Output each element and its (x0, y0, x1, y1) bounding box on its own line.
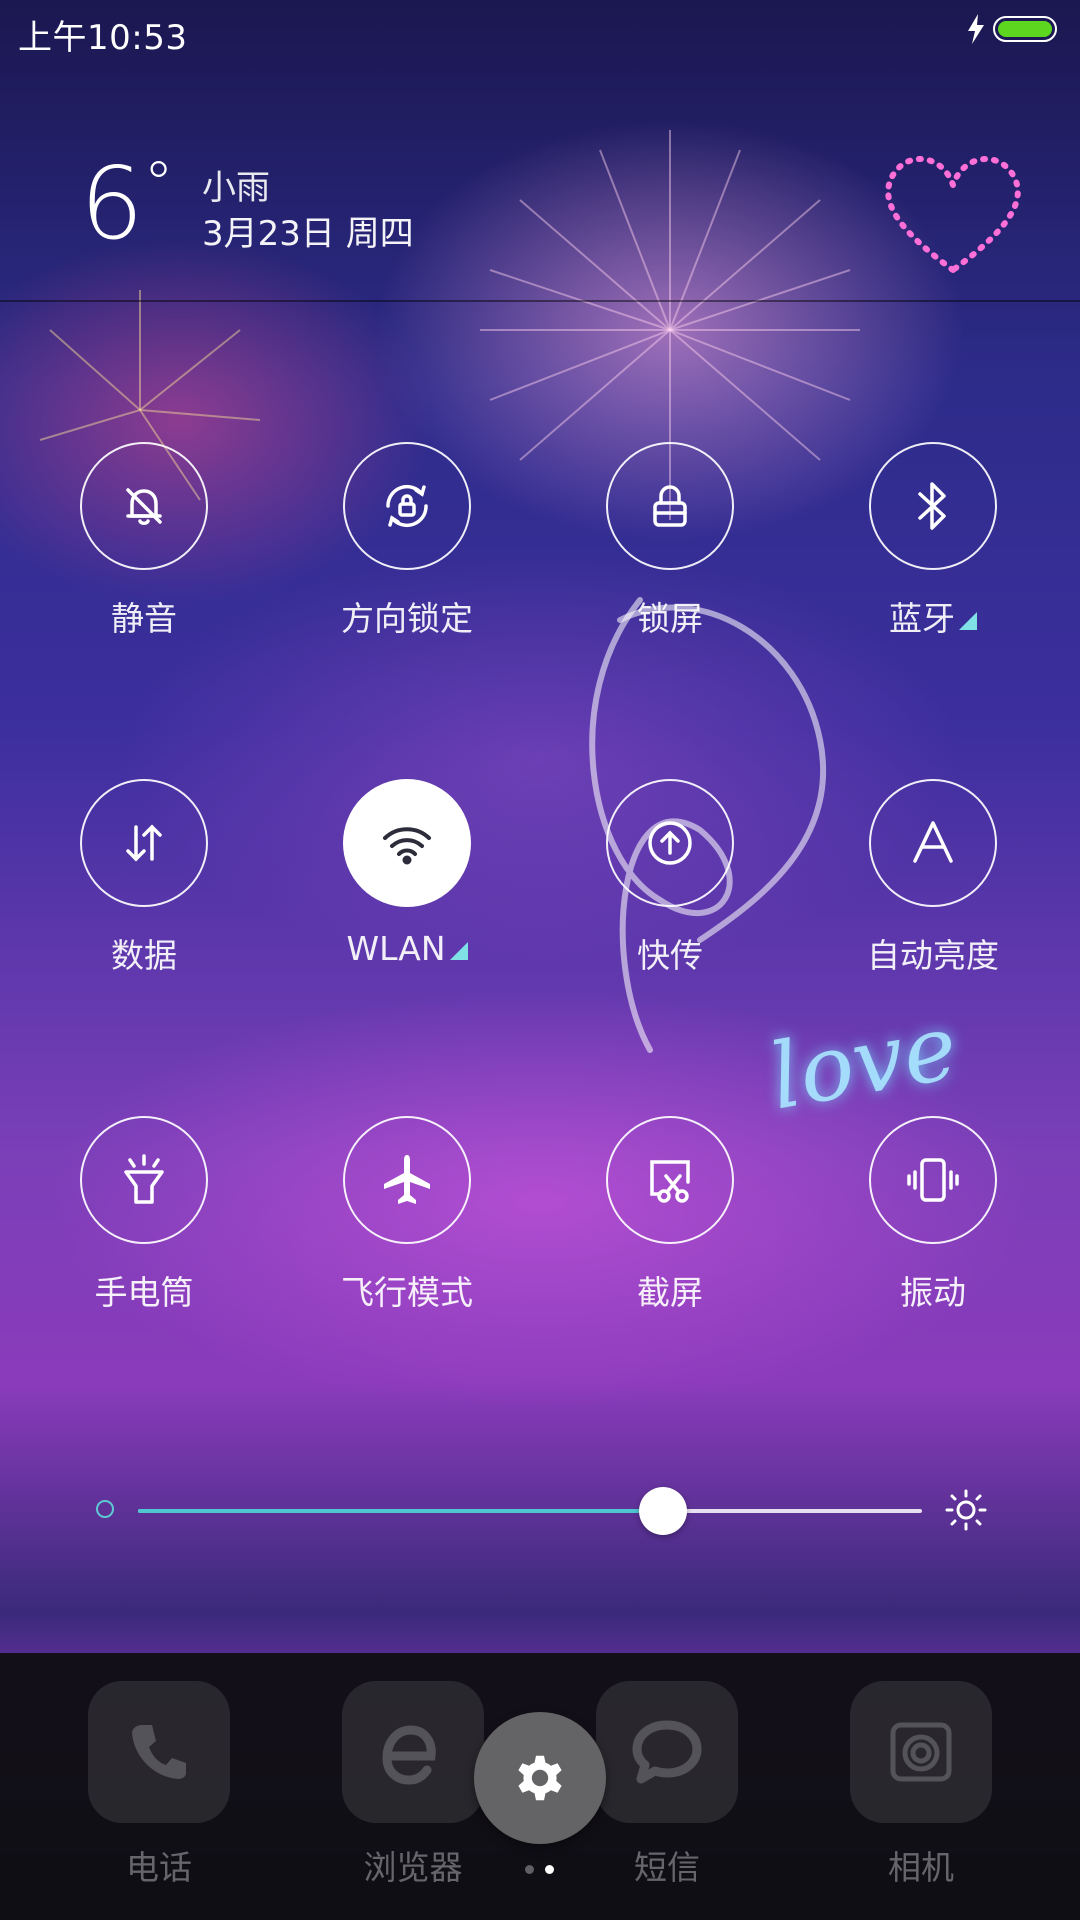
toggle-label: 飞行模式 (341, 1273, 473, 1312)
status-time: 上午10:53 (18, 18, 188, 58)
toggle-wlan[interactable]: WLAN (275, 779, 539, 1019)
toggle-auto-brightness[interactable]: 自动亮度 (801, 779, 1065, 1019)
battery-icon (993, 16, 1057, 42)
toggle-quick-transfer[interactable]: 快传 (538, 779, 802, 1019)
more-options-icon (959, 612, 977, 630)
dock-app-label: 相机 (888, 1848, 954, 1887)
rotation-lock-icon[interactable] (343, 442, 471, 570)
flashlight-icon[interactable] (80, 1116, 208, 1244)
gear-icon (518, 1755, 562, 1801)
camera-icon[interactable] (850, 1681, 992, 1823)
brightness-high-icon (945, 1489, 987, 1531)
auto-brightness-icon[interactable] (869, 779, 997, 907)
toggle-label: WLAN (275, 929, 539, 968)
temperature-value: 6 (80, 145, 144, 262)
toggle-lock-screen[interactable]: 锁屏 (538, 442, 802, 682)
brightness-track[interactable] (138, 1487, 922, 1535)
toggle-label: 手电筒 (94, 1273, 194, 1312)
toggle-label: 快传 (637, 936, 703, 975)
more-options-icon (449, 942, 468, 960)
vibrate-icon[interactable] (869, 1116, 997, 1244)
page-dot (525, 1865, 534, 1874)
brightness-thumb[interactable] (639, 1487, 688, 1535)
toggle-label: 锁屏 (637, 599, 703, 638)
lock-icon[interactable] (606, 442, 734, 570)
charging-icon (968, 14, 984, 44)
toggle-label: 蓝牙 (801, 592, 1065, 640)
temperature: 6° (80, 154, 174, 254)
toggle-label: 静音 (111, 599, 177, 638)
status-bar: 上午10:53 (0, 0, 1080, 62)
toggle-label: 方向锁定 (341, 599, 473, 638)
wifi-icon[interactable] (343, 779, 471, 907)
brightness-slider[interactable] (0, 1480, 1080, 1540)
dock-app-label: 电话 (126, 1848, 192, 1887)
mobile-data-icon[interactable] (80, 779, 208, 907)
toggle-label: 数据 (111, 936, 177, 975)
bluetooth-icon[interactable] (869, 442, 997, 570)
toggle-label: 振动 (900, 1273, 966, 1312)
settings-button[interactable] (474, 1712, 606, 1844)
phone-icon[interactable] (88, 1681, 230, 1823)
upload-icon[interactable] (606, 779, 734, 907)
browser-icon[interactable] (342, 1681, 484, 1823)
toggle-silent[interactable]: 静音 (12, 442, 276, 682)
weather-condition: 小雨 (202, 168, 270, 208)
date: 3月23日 周四 (202, 214, 414, 254)
toggle-label: 自动亮度 (867, 936, 999, 975)
dock-app-label: 浏览器 (363, 1848, 463, 1887)
toggle-screenshot[interactable]: 截屏 (538, 1116, 802, 1356)
dock-app-camera[interactable]: 相机 (796, 1681, 1046, 1901)
brightness-low-icon (96, 1500, 114, 1518)
bell-off-icon[interactable] (80, 442, 208, 570)
brightness-fill (138, 1509, 664, 1513)
toggle-rotation-lock[interactable]: 方向锁定 (275, 442, 539, 682)
toggle-vibrate[interactable]: 振动 (801, 1116, 1065, 1356)
page-indicator (525, 1865, 555, 1875)
degree-symbol: ° (143, 149, 174, 219)
message-icon[interactable] (596, 1681, 738, 1823)
toggle-mobile-data[interactable]: 数据 (12, 779, 276, 1019)
weather-date-header[interactable]: 6° 小雨 3月23日 周四 (0, 62, 1080, 302)
toggle-airplane-mode[interactable]: 飞行模式 (275, 1116, 539, 1356)
toggle-bluetooth[interactable]: 蓝牙 (801, 442, 1065, 682)
page-dot-active (545, 1865, 554, 1874)
dock-app-label: 短信 (634, 1848, 700, 1887)
screenshot-icon[interactable] (606, 1116, 734, 1244)
dock-app-phone[interactable]: 电话 (34, 1681, 284, 1901)
toggle-label: 截屏 (637, 1273, 703, 1312)
toggle-flashlight[interactable]: 手电筒 (12, 1116, 276, 1356)
airplane-icon[interactable] (343, 1116, 471, 1244)
